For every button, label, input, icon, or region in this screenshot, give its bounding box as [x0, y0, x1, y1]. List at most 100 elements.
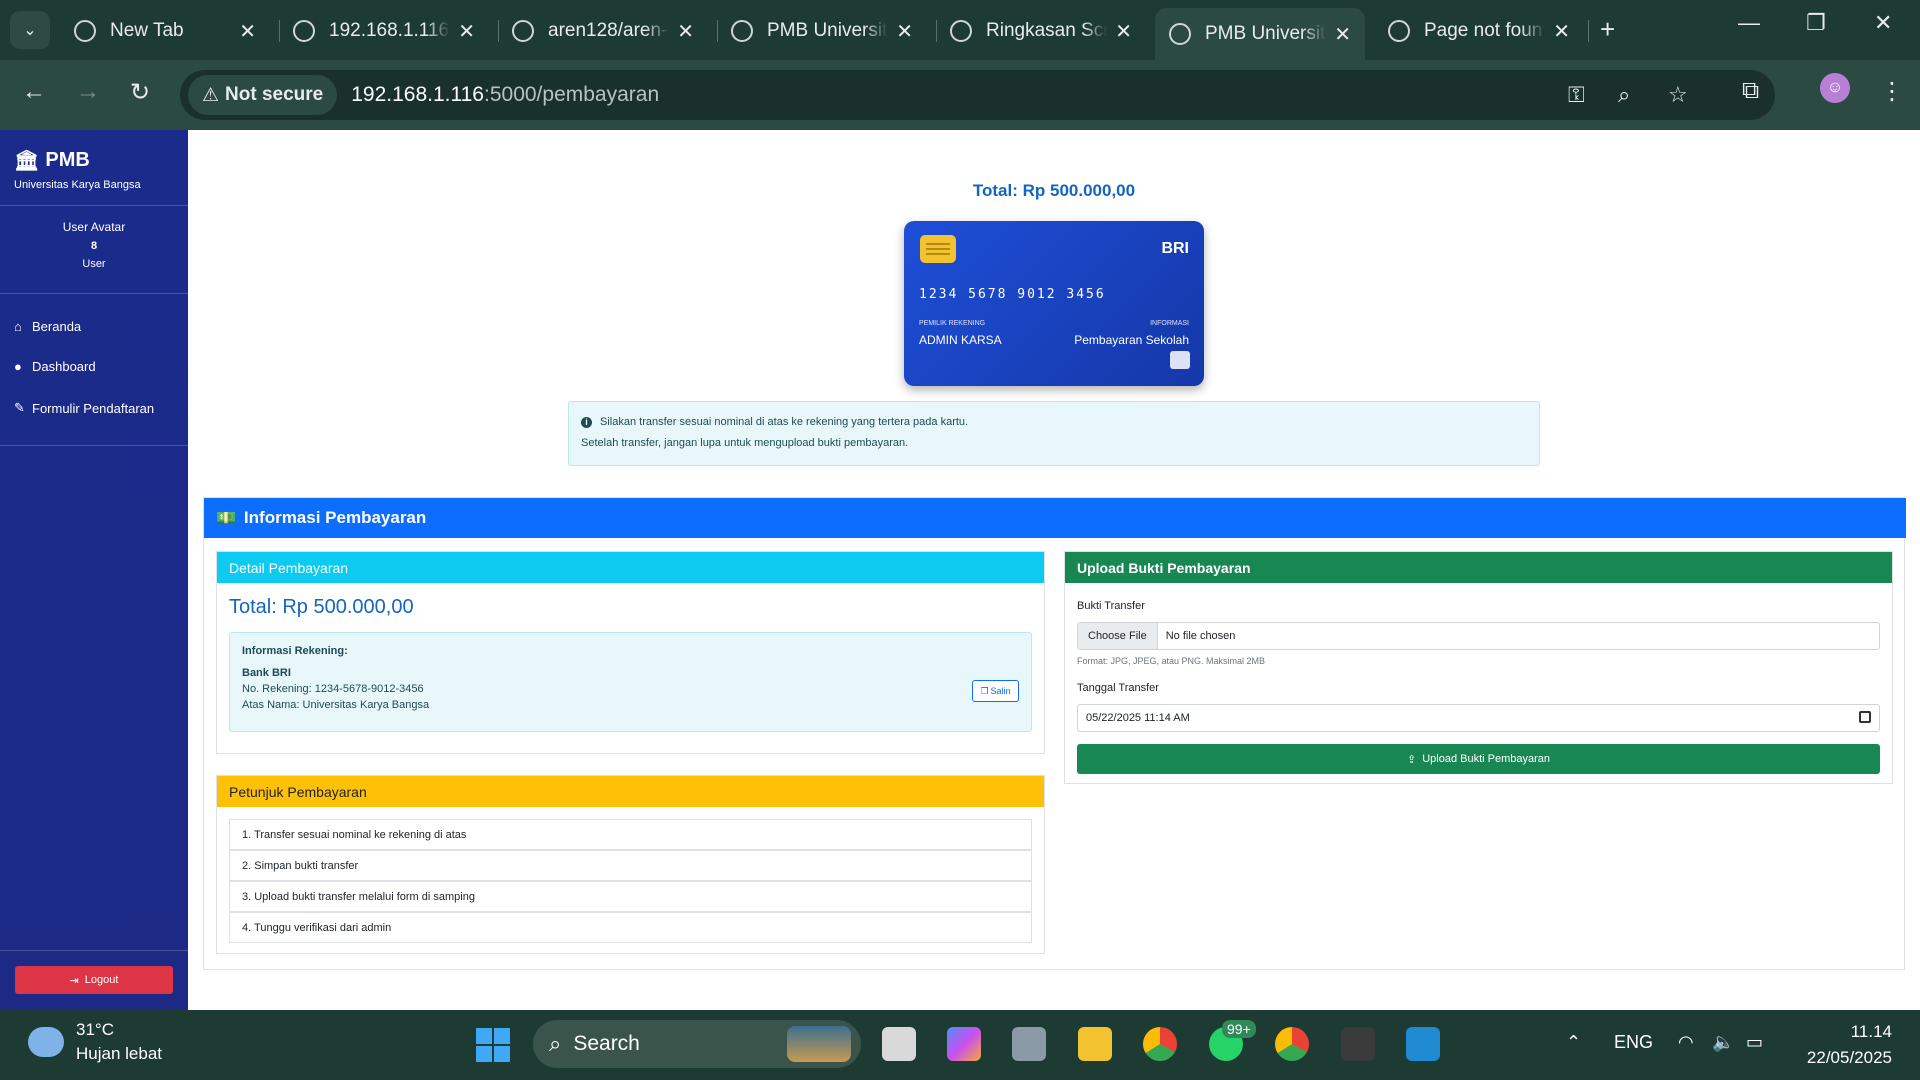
weather-condition: Hujan lebat: [76, 1044, 163, 1063]
close-icon[interactable]: ✕: [677, 19, 694, 44]
close-icon[interactable]: ✕: [1115, 19, 1132, 44]
transfer-date-input[interactable]: 05/22/2025 11:14 AM: [1077, 704, 1880, 732]
windows-start-icon[interactable]: [476, 1028, 510, 1062]
key-icon[interactable]: ⚿: [1568, 82, 1585, 108]
account-name: Atas Nama: Universitas Karya Bangsa: [242, 699, 430, 711]
camera-icon[interactable]: [1012, 1027, 1046, 1061]
tab-ringkasan[interactable]: Ringkasan Scr ✕: [936, 8, 1146, 54]
forward-arrow-icon[interactable]: →: [76, 78, 100, 106]
payment-card: BRI 1234 5678 9012 3456 PEMILIK REKENING…: [904, 221, 1204, 386]
profile-avatar-icon[interactable]: ☺: [1820, 73, 1850, 103]
alert-line-1: Silakan transfer sesuai nominal di atas …: [600, 416, 969, 428]
time: 11.14: [1850, 1022, 1892, 1041]
tab-separator: [1588, 20, 1589, 42]
copy-account-button[interactable]: ❐ Salin: [972, 680, 1019, 702]
url-text[interactable]: 192.168.1.116:5000/pembayaran: [351, 83, 659, 107]
volume-icon[interactable]: 🔈: [1712, 1032, 1734, 1053]
file-explorer-icon[interactable]: [1078, 1027, 1112, 1061]
logout-button[interactable]: ⇥ Logout: [15, 966, 173, 994]
tab-github-aren[interactable]: aren128/aren- ✕: [498, 8, 708, 54]
star-icon[interactable]: ☆: [1668, 82, 1688, 108]
battery-icon[interactable]: ▭: [1746, 1032, 1763, 1053]
back-arrow-icon[interactable]: ←: [22, 78, 46, 106]
vscode-icon[interactable]: [1406, 1027, 1440, 1061]
extensions-icon[interactable]: ⧉: [1742, 77, 1759, 105]
calendar-icon[interactable]: [1859, 711, 1871, 723]
upload-button-label: Upload Bukti Pembayaran: [1422, 753, 1550, 765]
brand[interactable]: 🏛 PMB Universitas Karya Bangsa: [14, 148, 141, 191]
chrome-icon[interactable]: [1143, 1027, 1177, 1061]
openai-icon: [950, 20, 972, 42]
sidebar-divider: [0, 205, 188, 206]
file-input[interactable]: Choose File No file chosen: [1077, 622, 1880, 650]
close-icon[interactable]: ✕: [1334, 22, 1351, 47]
new-tab-plus-icon[interactable]: +: [1600, 14, 1615, 45]
chevron-up-icon[interactable]: ⌃: [1566, 1032, 1581, 1053]
file-help-text: Format: JPG, JPEG, atau PNG. Maksimal 2M…: [1077, 656, 1266, 666]
tab-pmb-1[interactable]: PMB Universit ✕: [717, 8, 927, 54]
notification-badge: 99+: [1222, 1020, 1256, 1038]
tab-title: Page not foun: [1424, 20, 1543, 41]
list-item: 1. Transfer sesuai nominal ke rekening d…: [229, 819, 1032, 850]
wifi-icon[interactable]: ◠: [1678, 1032, 1694, 1053]
terminal-icon[interactable]: [1341, 1027, 1375, 1061]
tab-strip: ⌄ New Tab ✕ 192.168.1.116: ✕ aren128/are…: [0, 0, 1920, 60]
close-icon[interactable]: ✕: [1553, 19, 1570, 44]
list-item: 4. Tunggu verifikasi dari admin: [229, 912, 1032, 943]
browser-toolbar: ← → ↻ ⚠ Not secure 192.168.1.116:5000/pe…: [0, 60, 1920, 130]
university-icon: 🏛: [14, 150, 40, 172]
tab-192[interactable]: 192.168.1.116: ✕: [279, 8, 489, 54]
tab-title: PMB Universit: [767, 20, 888, 41]
address-bar[interactable]: ⚠ Not secure 192.168.1.116:5000/pembayar…: [180, 70, 1775, 120]
info-icon: i: [581, 417, 592, 428]
restore-icon[interactable]: ❐: [1806, 10, 1826, 36]
chrome-profile-icon[interactable]: [1275, 1027, 1309, 1061]
close-icon[interactable]: ✕: [896, 19, 913, 44]
copilot-icon[interactable]: [947, 1027, 981, 1061]
clock[interactable]: 11.14 22/05/2025: [1796, 1022, 1892, 1068]
sidebar-item-dashboard[interactable]: ● Dashboard: [14, 359, 96, 374]
github-icon: [1388, 20, 1410, 42]
sidebar-item-beranda[interactable]: ⌂ Beranda: [14, 319, 81, 334]
user-icon: ●: [14, 359, 22, 374]
card-info-label: INFORMASI: [1150, 320, 1189, 327]
date-label: Tanggal Transfer: [1077, 682, 1159, 694]
language-indicator[interactable]: ENG: [1614, 1032, 1653, 1053]
brand-subtitle: Universitas Karya Bangsa: [14, 179, 141, 191]
browser-chrome: ⌄ New Tab ✕ 192.168.1.116: ✕ aren128/are…: [0, 0, 1920, 130]
globe-icon: [731, 20, 753, 42]
zoom-icon[interactable]: ⌕: [1618, 82, 1630, 108]
avatar: User Avatar: [62, 220, 126, 234]
tab-page-not-found[interactable]: Page not foun ✕: [1374, 8, 1584, 54]
close-icon[interactable]: ✕: [458, 19, 475, 44]
security-chip[interactable]: ⚠ Not secure: [188, 75, 338, 115]
date-value: 05/22/2025 11:14 AM: [1086, 712, 1190, 724]
taskbar-search[interactable]: ⌕ Search: [533, 1020, 861, 1068]
file-status: No file chosen: [1165, 630, 1236, 642]
card-bank-name: BRI: [1161, 240, 1189, 257]
weather-widget[interactable]: 31°C Hujan lebat: [28, 1020, 162, 1064]
detail-payment-card: Detail Pembayaran Total: Rp 500.000,00 I…: [216, 551, 1045, 754]
menu-kebab-icon[interactable]: ⋮: [1880, 77, 1904, 106]
close-icon[interactable]: ✕: [239, 19, 256, 44]
url-path: :5000/pembayaran: [484, 83, 660, 106]
choose-file-button[interactable]: Choose File: [1078, 623, 1158, 649]
search-highlight-image: [787, 1026, 851, 1062]
user-id: 8: [90, 240, 98, 252]
tab-pmb-active[interactable]: PMB Universit ✕: [1155, 8, 1365, 60]
instructions-card: Petunjuk Pembayaran 1. Transfer sesuai n…: [216, 775, 1045, 954]
tab-title: Ringkasan Scr: [986, 20, 1108, 41]
instructions-header: Petunjuk Pembayaran: [217, 776, 1044, 807]
tab-search-button[interactable]: ⌄: [10, 11, 50, 49]
tab-new-tab[interactable]: New Tab ✕: [60, 8, 270, 54]
sidebar-item-formulir[interactable]: ✎ Formulir Pendaftaran: [14, 400, 154, 416]
user-role: User: [82, 258, 106, 270]
reload-icon[interactable]: ↻: [130, 78, 150, 107]
card-number: 1234 5678 9012 3456: [919, 287, 1106, 302]
upload-proof-button[interactable]: ⇪ Upload Bukti Pembayaran: [1077, 744, 1880, 774]
upload-proof-header: Upload Bukti Pembayaran: [1065, 552, 1892, 583]
window-close-icon[interactable]: ✕: [1874, 10, 1892, 36]
tab-title: PMB Universit: [1205, 23, 1326, 44]
minimize-icon[interactable]: —: [1738, 10, 1760, 36]
task-view-icon[interactable]: [882, 1027, 916, 1061]
